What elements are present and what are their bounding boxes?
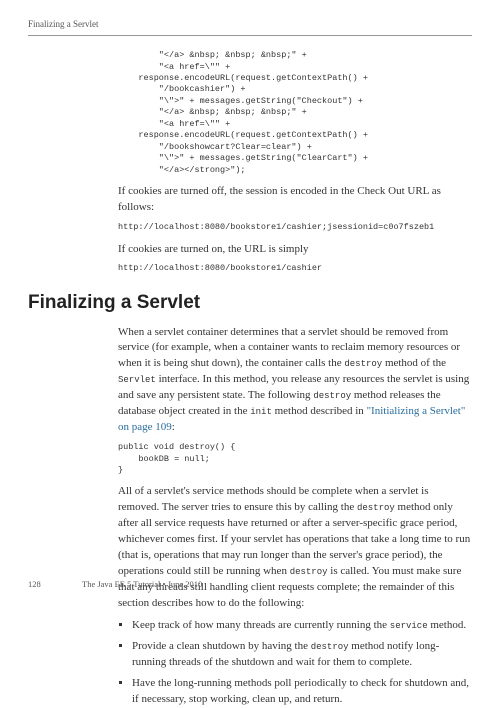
list-item: Keep track of how many threads are curre… xyxy=(132,618,472,634)
code-inline: destroy xyxy=(311,642,349,652)
code-inline: destroy xyxy=(344,359,382,369)
bullet-list: Keep track of how many threads are curre… xyxy=(118,618,472,708)
code-url-plain: http://localhost:8080/bookstore1/cashier xyxy=(118,263,472,274)
text: method of the xyxy=(382,357,446,369)
code-inline: service xyxy=(390,621,428,631)
section-heading: Finalizing a Servlet xyxy=(28,289,472,317)
para-cookies-off: If cookies are turned off, the session i… xyxy=(118,184,472,216)
code-inline: init xyxy=(250,407,272,417)
code-inline: destroy xyxy=(290,567,328,577)
text: : xyxy=(172,421,175,433)
list-item: Provide a clean shutdown by having the d… xyxy=(132,639,472,671)
code-url-session: http://localhost:8080/bookstore1/cashier… xyxy=(118,222,472,233)
code-block-encodeurl: "</a> &nbsp; &nbsp; &nbsp;" + "<a href=\… xyxy=(118,50,472,176)
code-inline: destroy xyxy=(313,391,351,401)
text: method described in xyxy=(272,405,367,417)
para-destroy-intro: When a servlet container determines that… xyxy=(118,325,472,437)
para-cookies-on: If cookies are turned on, the URL is sim… xyxy=(118,242,472,258)
code-inline: destroy xyxy=(357,503,395,513)
running-head: Finalizing a Servlet xyxy=(28,18,472,36)
para-service-complete: All of a servlet's service methods shoul… xyxy=(118,484,472,612)
text: Provide a clean shutdown by having the xyxy=(132,640,311,652)
code-destroy: public void destroy() { bookDB = null; } xyxy=(118,442,472,476)
text: Keep track of how many threads are curre… xyxy=(132,619,390,631)
list-item: Have the long-running methods poll perio… xyxy=(132,676,472,708)
text: method. xyxy=(428,619,467,631)
footer-text: The Java EE 5 Tutorial • June 2010 xyxy=(82,578,202,590)
code-inline: Servlet xyxy=(118,375,156,385)
page-number: 128 xyxy=(28,578,52,590)
page-footer: 128 The Java EE 5 Tutorial • June 2010 xyxy=(28,578,472,590)
page: Finalizing a Servlet "</a> &nbsp; &nbsp;… xyxy=(0,0,500,600)
